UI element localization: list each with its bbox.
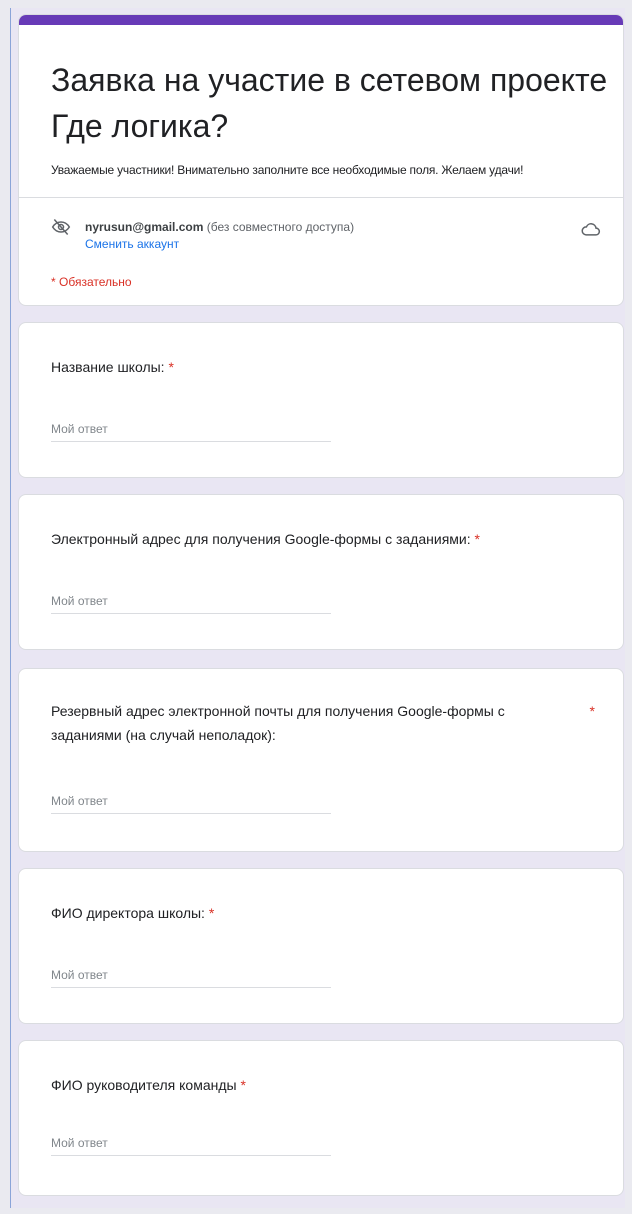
question-card: ФИО руководителя команды * (18, 1040, 624, 1196)
question-text: Резервный адрес электронной почты для по… (51, 703, 505, 743)
question-text: ФИО руководителя команды (51, 1077, 237, 1093)
answer-input[interactable] (51, 789, 331, 814)
cloud-done-icon (581, 223, 600, 236)
header-accent-bar (19, 15, 623, 25)
question-label: ФИО директора школы: * (51, 901, 214, 925)
account-email-line: nyrusun@gmail.com (без совместного досту… (85, 220, 354, 234)
question-label: ФИО руководителя команды * (51, 1073, 246, 1097)
answer-input[interactable] (51, 963, 331, 988)
question-label: Резервный адрес электронной почты для по… (51, 699, 571, 747)
required-asterisk: * (240, 1077, 246, 1093)
question-text: Название школы: (51, 359, 165, 375)
question-card: Электронный адрес для получения Google-ф… (18, 494, 624, 650)
question-text: ФИО директора школы: (51, 905, 205, 921)
required-asterisk: * (589, 703, 595, 719)
form-header-card: Заявка на участие в сетевом проекте Где … (18, 14, 624, 306)
required-asterisk: * (168, 359, 174, 375)
required-asterisk: * (474, 531, 480, 547)
question-card: Резервный адрес электронной почты для по… (18, 668, 624, 852)
question-text: Электронный адрес для получения Google-ф… (51, 531, 471, 547)
answer-input[interactable] (51, 589, 331, 614)
question-card: ФИО директора школы: * (18, 868, 624, 1024)
question-card: Название школы: * (18, 322, 624, 478)
eye-off-icon (51, 219, 71, 235)
form-description: Уважаемые участники! Внимательно заполни… (51, 163, 524, 177)
account-email: nyrusun@gmail.com (85, 220, 204, 234)
question-label: Электронный адрес для получения Google-ф… (51, 527, 480, 551)
form-title: Заявка на участие в сетевом проекте Где … (51, 62, 608, 144)
answer-input[interactable] (51, 417, 331, 442)
header-divider (19, 197, 623, 198)
required-asterisk: * (208, 905, 215, 921)
question-label: Название школы: * (51, 355, 174, 379)
account-sharing-note: (без совместного доступа) (206, 220, 355, 234)
required-note: * Обязательно (51, 275, 132, 289)
switch-account-link[interactable]: Сменить аккаунт (85, 237, 179, 251)
answer-input[interactable] (51, 1131, 331, 1156)
